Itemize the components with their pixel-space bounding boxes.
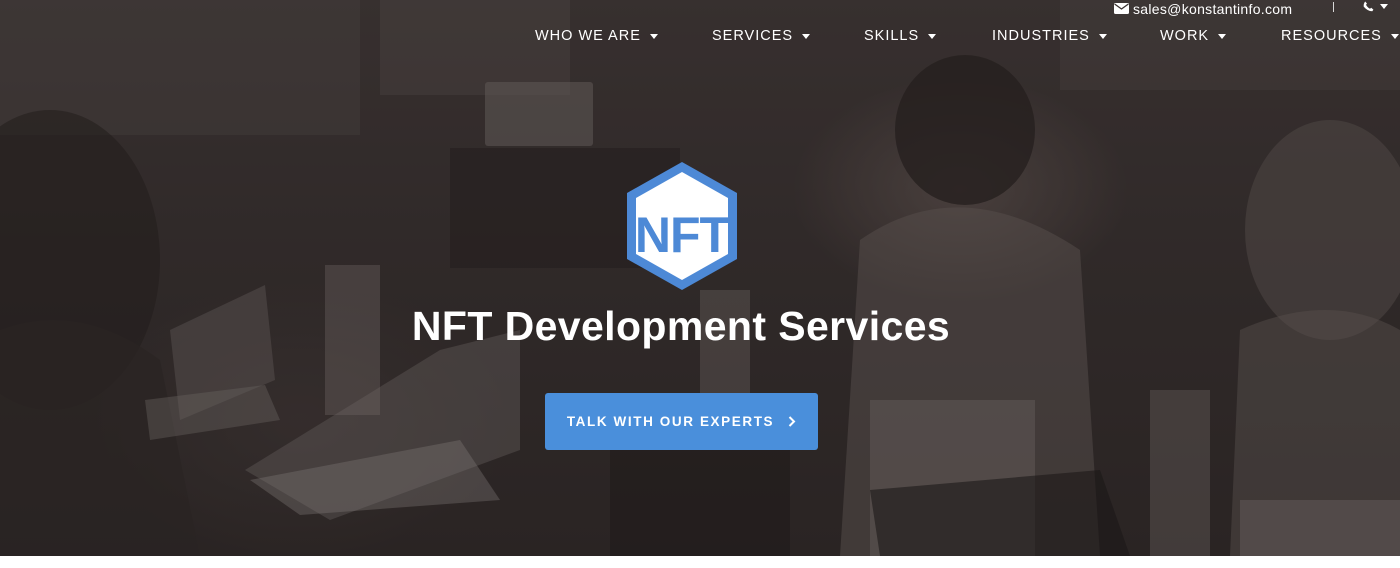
hero-section: sales@konstantinfo.com WHO WE ARE SERVIC…	[0, 0, 1400, 556]
caret-down-icon	[649, 34, 658, 39]
nav-item-label: INDUSTRIES	[992, 28, 1090, 44]
nav-item-label: WHO WE ARE	[535, 28, 641, 44]
cta-label: TALK WITH OUR EXPERTS	[566, 414, 775, 429]
nav-item-label: SKILLS	[864, 28, 920, 44]
nav-item-skills[interactable]: SKILLS	[864, 28, 937, 44]
nav-item-resources[interactable]: RESOURCES	[1281, 28, 1399, 44]
page-title: NFT Development Services	[411, 303, 951, 349]
caret-down-icon	[1098, 34, 1107, 39]
caret-down-icon	[802, 34, 811, 39]
nav-item-label: SERVICES	[712, 28, 794, 44]
email-text: sales@konstantinfo.com	[1133, 0, 1293, 17]
nft-logo-icon: NFT	[627, 162, 737, 290]
caret-down-icon	[1218, 34, 1227, 39]
phone-dropdown[interactable]	[1363, 1, 1388, 12]
envelope-icon	[1114, 3, 1129, 14]
main-navigation: WHO WE ARE SERVICES SKILLS INDUSTRIES WO…	[0, 28, 1400, 48]
nav-item-who-we-are[interactable]: WHO WE ARE	[535, 28, 658, 44]
nav-item-label: WORK	[1160, 28, 1210, 44]
caret-down-icon	[1390, 34, 1399, 39]
phone-icon	[1363, 1, 1374, 12]
caret-down-icon	[928, 34, 937, 39]
logo-text: NFT	[635, 207, 730, 263]
chevron-right-icon	[788, 416, 796, 427]
email-link[interactable]: sales@konstantinfo.com	[1114, 0, 1292, 17]
nav-item-industries[interactable]: INDUSTRIES	[992, 28, 1107, 44]
nav-item-work[interactable]: WORK	[1160, 28, 1227, 44]
talk-with-experts-button[interactable]: TALK WITH OUR EXPERTS	[545, 393, 818, 450]
topbar-divider	[1333, 2, 1334, 12]
nav-item-label: RESOURCES	[1281, 28, 1382, 44]
nav-item-services[interactable]: SERVICES	[712, 28, 811, 44]
chevron-down-icon	[1380, 4, 1388, 9]
top-contact-bar: sales@konstantinfo.com	[0, 0, 1400, 18]
